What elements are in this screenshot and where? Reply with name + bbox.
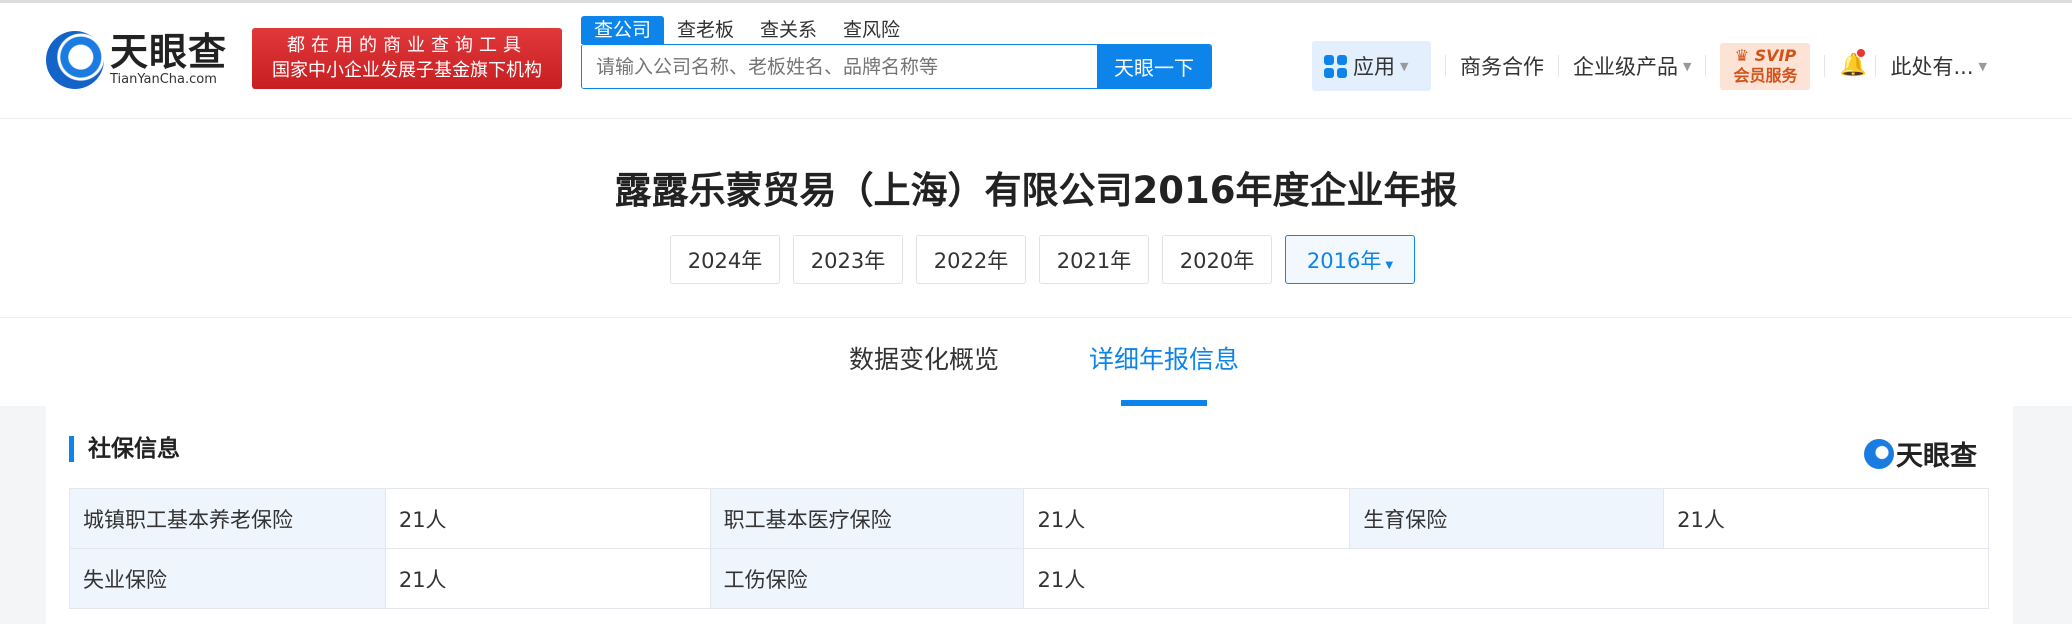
field-value: 21人 [1023, 488, 1351, 549]
year-2023[interactable]: 2023年 [793, 235, 903, 284]
field-value: 21人 [1663, 488, 1989, 549]
notification-dot [1857, 49, 1866, 57]
divider [1705, 55, 1707, 77]
banner-line2: 国家中小企业发展子基金旗下机构 [272, 60, 542, 81]
search-tab-risk[interactable]: 查风险 [830, 16, 913, 44]
tab-detailed-report[interactable]: 详细年报信息 [1089, 340, 1239, 376]
top-nav: 应用 ▼ 商务合作 企业级产品 ▼ ♛ SVIP 会员服务 🔔 此处有... ▼ [1312, 41, 1987, 91]
svip-sub-label: 会员服务 [1733, 65, 1798, 85]
year-2020[interactable]: 2020年 [1162, 235, 1272, 284]
search-tab-boss[interactable]: 查老板 [664, 16, 747, 44]
watermark-logo: 天眼查 [1864, 434, 1977, 473]
caret-down-icon: ▼ [1385, 259, 1394, 271]
app-label: 应用 [1353, 55, 1395, 79]
tab-data-changes[interactable]: 数据变化概览 [849, 340, 999, 376]
watermark-text: 天眼查 [1896, 441, 1977, 472]
banner-line1: 都在用的商业查询工具 [287, 35, 527, 56]
search-button[interactable]: 天眼一下 [1097, 45, 1211, 88]
table-row: 失业保险 21人 工伤保险 21人 [69, 548, 1989, 609]
field-value: 21人 [384, 488, 711, 549]
promo-banner: 都在用的商业查询工具 国家中小企业发展子基金旗下机构 [252, 28, 562, 89]
divider [1445, 55, 1446, 77]
caret-down-icon: ▼ [1683, 59, 1692, 73]
section-title: 社保信息 [69, 436, 180, 462]
page-title: 露露乐蒙贸易（上海）有限公司2016年度企业年报 [614, 169, 1458, 212]
field-label: 失业保险 [69, 548, 386, 609]
field-value: 21人 [384, 548, 711, 609]
logo-text: 天眼查 [110, 30, 228, 74]
enterprise-products-menu[interactable]: 企业级产品 [1573, 51, 1678, 81]
bell-icon[interactable]: 🔔 [1839, 49, 1867, 79]
year-selector: 2024年 2023年 2022年 2021年 2020年 2016年 ▼ [670, 235, 1415, 284]
divider [0, 317, 2072, 318]
search-input[interactable] [582, 45, 1097, 88]
logo-domain: TianYanCha.com [110, 72, 217, 87]
tianyancha-logo-icon [46, 31, 104, 89]
business-link[interactable]: 商务合作 [1460, 51, 1544, 81]
crown-icon: ♛ [1734, 45, 1750, 65]
field-label: 职工基本医疗保险 [709, 488, 1025, 549]
year-label: 2016年 [1306, 248, 1382, 273]
table-row: 城镇职工基本养老保险 21人 职工基本医疗保险 21人 生育保险 21人 [69, 488, 1989, 549]
field-label: 工伤保险 [709, 548, 1025, 609]
divider [1875, 55, 1877, 77]
social-insurance-table: 城镇职工基本养老保险 21人 职工基本医疗保险 21人 生育保险 21人 失业保险 21… [69, 488, 1989, 609]
search-tab-relation[interactable]: 查关系 [747, 16, 830, 44]
user-menu[interactable]: 此处有... [1890, 51, 1973, 81]
year-2024[interactable]: 2024年 [670, 235, 780, 284]
year-2016-dropdown[interactable]: 2016年 ▼ [1285, 235, 1415, 284]
search-tabs: 查公司 查老板 查关系 查风险 [581, 16, 913, 44]
app-menu-button[interactable]: 应用 ▼ [1312, 41, 1431, 91]
tianyancha-logo-icon [1864, 438, 1894, 469]
report-tabs: 数据变化概览 详细年报信息 [0, 340, 2072, 406]
apps-grid-icon [1324, 54, 1347, 78]
year-2022[interactable]: 2022年 [916, 235, 1026, 284]
caret-down-icon: ▼ [1978, 59, 1987, 73]
caret-down-icon: ▼ [1400, 59, 1409, 73]
field-label: 城镇职工基本养老保险 [69, 488, 386, 549]
divider [1824, 55, 1826, 77]
field-label: 生育保险 [1349, 488, 1665, 549]
svip-button[interactable]: ♛ SVIP 会员服务 [1720, 42, 1811, 90]
logo[interactable]: 天眼查 TianYanCha.com [46, 29, 227, 91]
year-2021[interactable]: 2021年 [1039, 235, 1149, 284]
search-bar: 天眼一下 [581, 44, 1212, 89]
divider [1558, 55, 1559, 77]
field-value: 21人 [1023, 548, 1989, 609]
svip-label: SVIP [1754, 45, 1797, 65]
search-tab-company[interactable]: 查公司 [581, 16, 665, 44]
